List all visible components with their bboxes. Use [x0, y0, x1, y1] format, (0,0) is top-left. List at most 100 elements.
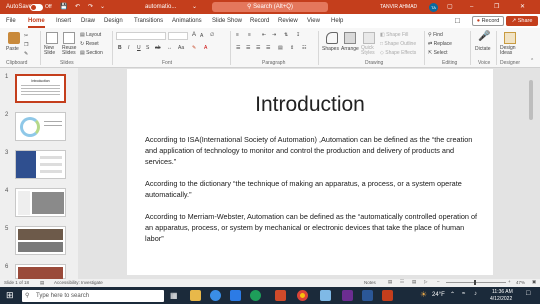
tray-overflow-icon[interactable]: ⌃ — [450, 291, 455, 298]
smartart-icon[interactable]: ☷ — [302, 45, 306, 51]
powerpoint-icon[interactable] — [382, 290, 393, 301]
app-icon[interactable] — [320, 290, 331, 301]
tab-insert[interactable]: Insert — [56, 14, 71, 28]
slide-paragraph-3[interactable]: According to Merriam-Webster, Automation… — [145, 212, 481, 244]
slideshow-view-icon[interactable]: ▷ — [424, 279, 427, 285]
volume-icon[interactable]: ♪ — [474, 291, 477, 297]
arrange-button[interactable]: Arrange — [341, 46, 359, 52]
zoom-in-icon[interactable]: + — [508, 279, 511, 284]
quick-styles-icon[interactable] — [363, 32, 375, 44]
filename-chevron-icon[interactable]: ⌄ — [192, 0, 197, 14]
align-right-icon[interactable]: ☰ — [256, 45, 260, 51]
arrange-icon[interactable] — [344, 32, 356, 44]
increase-font-button[interactable]: A — [192, 32, 196, 38]
character-spacing-icon[interactable]: ↔ — [167, 45, 172, 51]
slide-paragraph-2[interactable]: According to the dictionary “the techniq… — [145, 179, 481, 201]
italic-button[interactable]: I — [128, 45, 129, 51]
search-input[interactable]: ⚲ Search (Alt+Q) — [212, 2, 328, 12]
columns-icon[interactable]: ▤ — [278, 45, 283, 51]
notes-button[interactable]: Notes — [364, 280, 376, 285]
weather-icon[interactable]: ☀ — [420, 290, 427, 299]
tab-record[interactable]: Record — [250, 14, 269, 28]
tab-home[interactable]: Home — [28, 14, 45, 28]
dictate-button[interactable]: Dictate — [475, 46, 491, 52]
shapes-button[interactable]: Shapes — [322, 46, 339, 52]
decrease-font-button[interactable]: A — [200, 33, 203, 39]
quick-access-more-icon[interactable]: ⌄ — [100, 0, 105, 14]
store-icon[interactable] — [250, 290, 261, 301]
bold-button[interactable]: B — [118, 45, 122, 51]
normal-view-icon[interactable]: ▤ — [388, 279, 392, 285]
reset-button[interactable]: ↻ Reset — [80, 41, 99, 47]
network-icon[interactable]: ≈ — [462, 291, 465, 297]
accessibility-status[interactable]: Accessibility: Investigate — [54, 280, 103, 285]
record-button[interactable]: ● Record — [472, 16, 504, 26]
replace-button[interactable]: ⇄ Replace — [428, 41, 452, 47]
font-family-select[interactable] — [116, 32, 166, 40]
tab-review[interactable]: Review — [278, 14, 298, 28]
office-icon[interactable] — [275, 290, 286, 301]
windows-start-icon[interactable]: ⊞ — [6, 290, 14, 301]
slide-thumbnail-2[interactable] — [15, 112, 66, 141]
temperature[interactable]: 24°F — [432, 292, 445, 298]
design-ideas-button[interactable]: Design Ideas — [500, 46, 520, 56]
zoom-out-icon[interactable]: – — [437, 279, 440, 284]
tab-slide-show[interactable]: Slide Show — [212, 14, 242, 28]
tab-design[interactable]: Design — [104, 14, 123, 28]
autosave-toggle[interactable] — [30, 4, 43, 11]
design-ideas-icon[interactable] — [504, 32, 516, 44]
tab-transitions[interactable]: Transitions — [134, 14, 163, 28]
slide-thumbnail-3[interactable] — [15, 150, 66, 179]
minimize-icon[interactable]: – — [470, 0, 473, 14]
zoom-slider-handle[interactable] — [474, 280, 476, 285]
tab-draw[interactable]: Draw — [81, 14, 95, 28]
font-size-select[interactable] — [168, 32, 188, 40]
highlight-icon[interactable]: ✎ — [192, 45, 196, 51]
shadow-button[interactable]: S — [146, 45, 149, 51]
numbering-icon[interactable]: ≡ — [248, 32, 251, 38]
user-name[interactable]: TANVIR AHMAD — [380, 0, 417, 14]
fit-to-window-icon[interactable]: ▣ — [532, 279, 536, 285]
increase-indent-icon[interactable]: ⇥ — [272, 32, 276, 38]
shape-fill-button[interactable]: ◧ Shape Fill — [380, 32, 408, 38]
slide-thumbnail-4[interactable] — [15, 188, 66, 217]
new-slide-icon[interactable] — [46, 32, 58, 44]
microphone-icon[interactable]: 🎤 — [478, 31, 490, 42]
mail-icon[interactable] — [230, 290, 241, 301]
collapse-ribbon-icon[interactable]: ⌃ — [530, 58, 534, 64]
save-icon[interactable]: 💾 — [60, 0, 67, 14]
comments-icon[interactable]: □ — [455, 14, 460, 28]
file-explorer-icon[interactable] — [190, 290, 201, 301]
tab-animations[interactable]: Animations — [172, 14, 202, 28]
tab-file[interactable]: File — [6, 14, 16, 28]
vertical-scrollbar[interactable] — [527, 68, 535, 279]
reuse-slides-button[interactable]: Reuse Slides — [62, 46, 76, 56]
reading-view-icon[interactable]: ▤ — [412, 279, 416, 285]
clock-date[interactable]: 4/12/2022 — [490, 296, 512, 302]
justify-icon[interactable]: ☰ — [266, 45, 270, 51]
restore-icon[interactable]: ❐ — [494, 0, 499, 14]
shape-effects-button[interactable]: ◇ Shape Effects — [380, 50, 416, 56]
tab-view[interactable]: View — [307, 14, 320, 28]
paste-button[interactable]: Paste — [6, 46, 19, 52]
taskbar-search-input[interactable]: ⚲ Type here to search — [22, 290, 164, 302]
share-button[interactable]: ↗ Share — [506, 16, 538, 26]
slide-sorter-icon[interactable]: ☷ — [400, 279, 404, 285]
line-spacing-icon[interactable]: ⇅ — [284, 32, 288, 38]
slide-title[interactable]: Introduction — [127, 93, 493, 117]
new-slide-button[interactable]: New Slide — [44, 46, 58, 56]
task-view-icon[interactable]: ▦ — [170, 291, 178, 300]
close-icon[interactable]: ✕ — [520, 0, 525, 14]
decrease-indent-icon[interactable]: ⇤ — [262, 32, 266, 38]
shapes-icon[interactable] — [326, 32, 338, 44]
select-button[interactable]: ⇱ Select — [428, 50, 448, 56]
tab-help[interactable]: Help — [331, 14, 343, 28]
find-button[interactable]: ⚲ Find — [428, 32, 443, 38]
edge-icon[interactable] — [210, 290, 221, 301]
underline-button[interactable]: U — [137, 45, 141, 51]
slide-thumbnail-6[interactable] — [15, 264, 66, 279]
slide-thumbnail-1[interactable]: Introduction — [15, 74, 66, 103]
slide-paragraph-1[interactable]: According to ISA(International Society o… — [145, 135, 481, 167]
change-case-icon[interactable]: Aa — [178, 45, 184, 51]
font-color-icon[interactable]: A — [204, 45, 207, 51]
